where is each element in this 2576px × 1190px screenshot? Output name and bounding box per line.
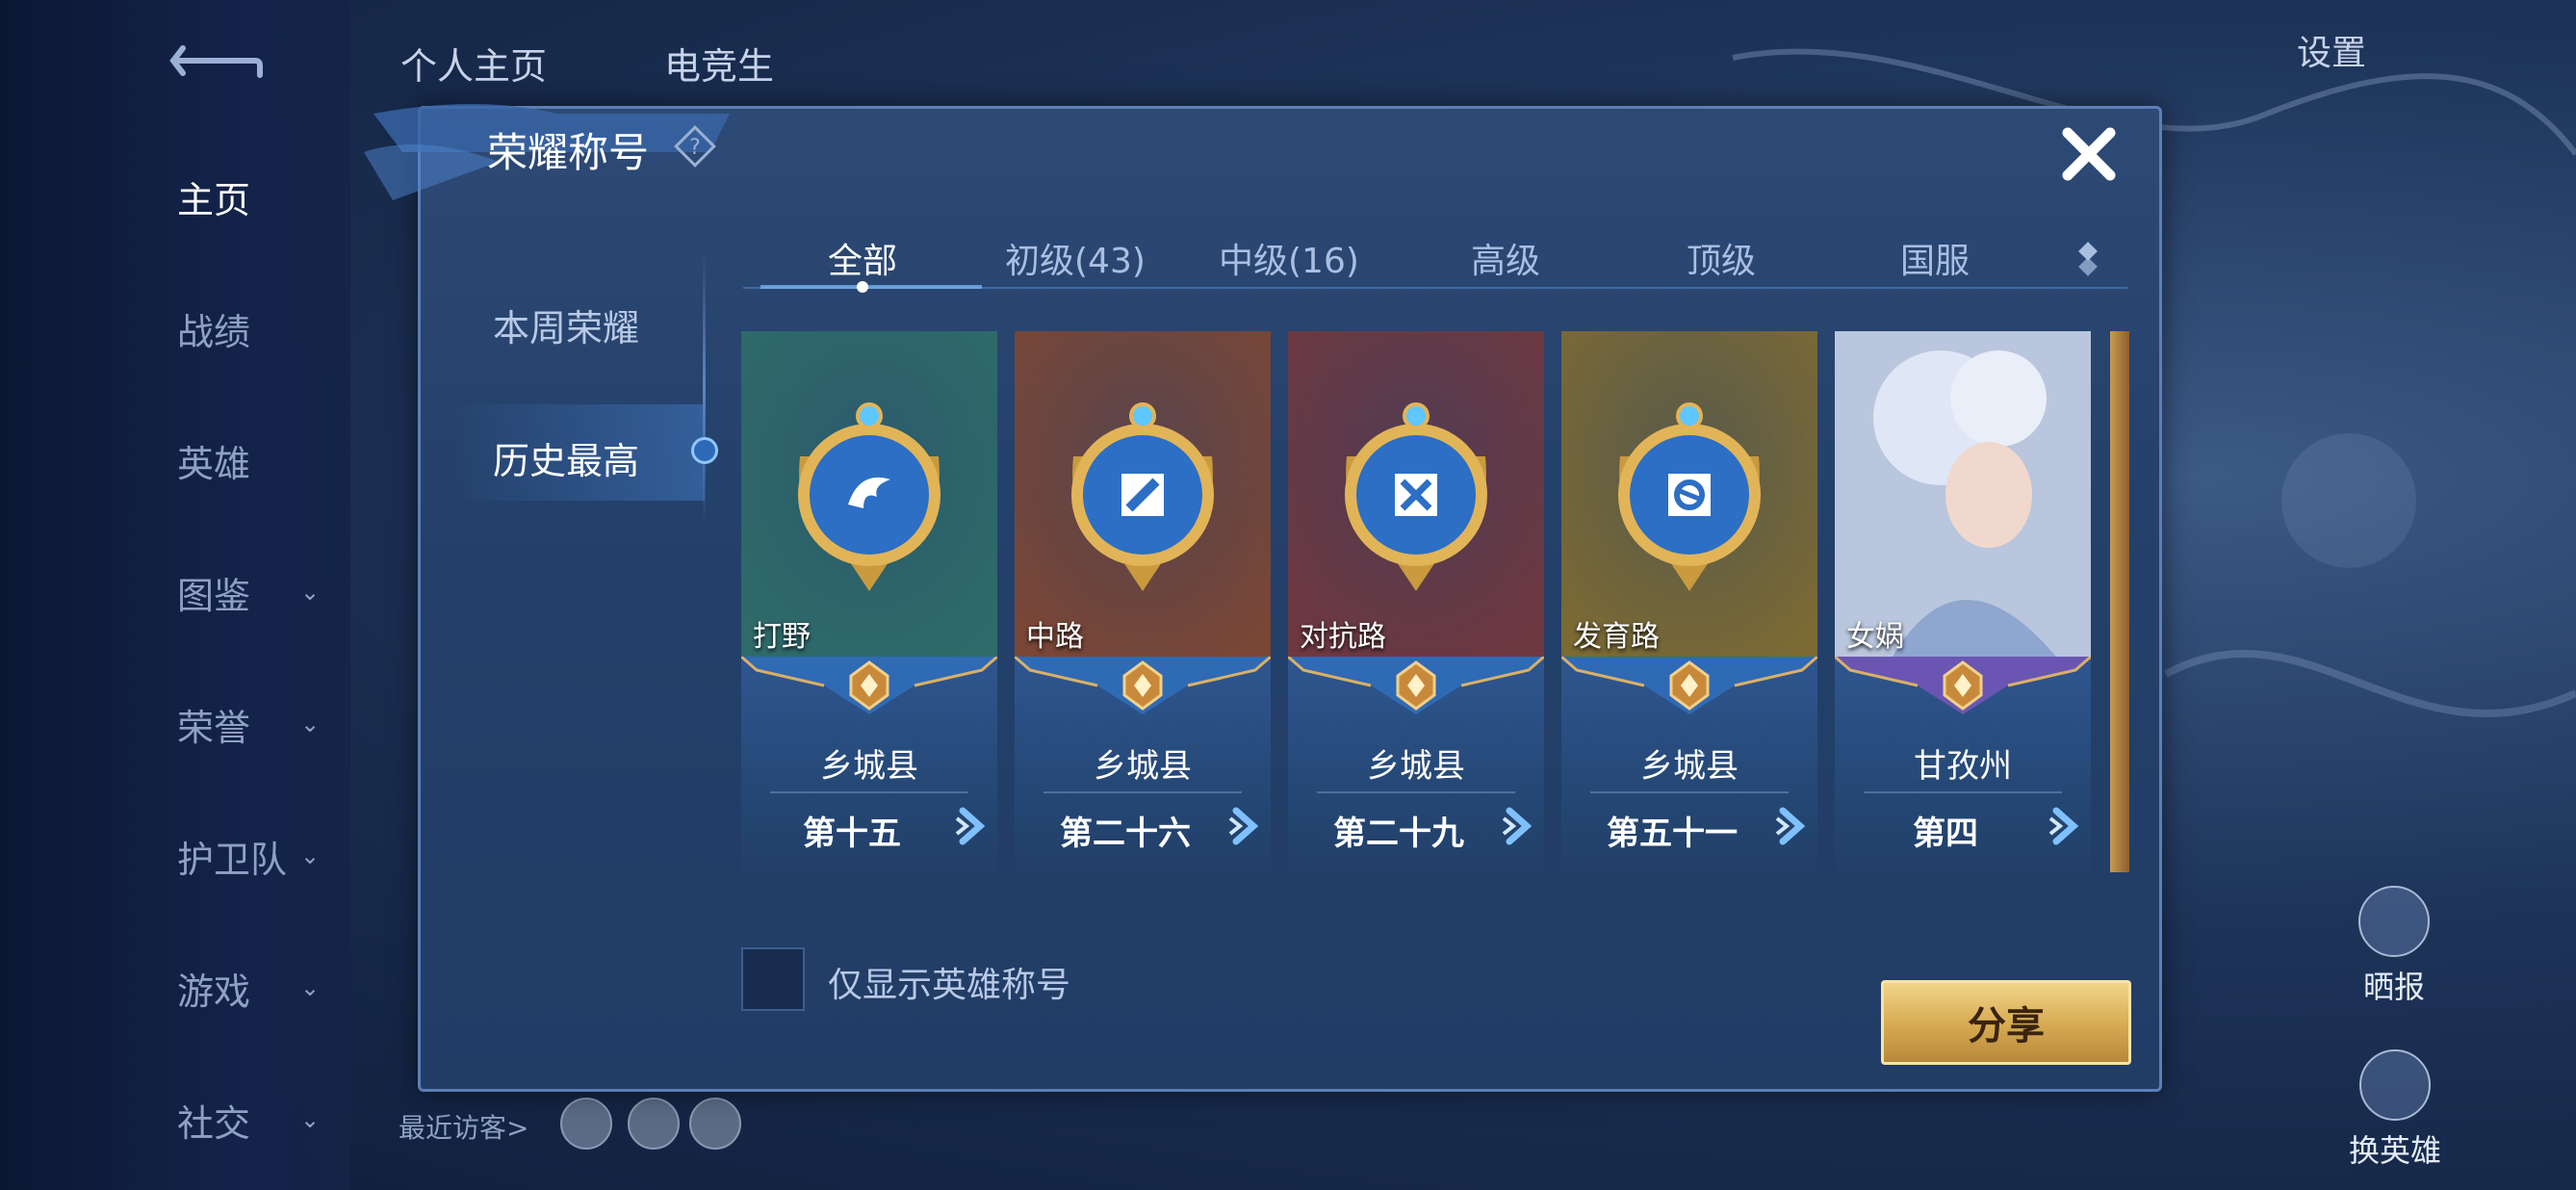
card-category: 打野 <box>753 620 811 654</box>
title-card[interactable]: 打野乡城县第十五 <box>741 331 997 872</box>
hero-titles-only-checkbox[interactable] <box>741 947 805 1011</box>
tab-profile[interactable]: 个人主页 <box>400 37 547 90</box>
card-rank: 第二十九 <box>1333 815 1464 853</box>
card-rank: 第十五 <box>803 815 901 853</box>
hero-icon <box>2359 1049 2431 1121</box>
visitor-avatar[interactable] <box>560 1098 612 1150</box>
tab-junior[interactable]: 初级(43) <box>1005 233 1146 283</box>
card-separator <box>1590 791 1789 793</box>
chevron-right-icon[interactable] <box>955 805 993 847</box>
card-region: 乡城县 <box>820 747 918 786</box>
active-tab-indicator <box>760 281 982 293</box>
nav-item[interactable]: 社交 ⌄ <box>0 1081 350 1158</box>
rank-emblem-icon <box>1288 657 1544 714</box>
nav-item-label: 荣誉 <box>177 706 251 749</box>
checkbox-label: 仅显示英雄称号 <box>828 966 1071 1005</box>
rank-emblem-icon <box>741 657 997 714</box>
card-rank: 第五十一 <box>1607 815 1738 853</box>
tab-senior[interactable]: 高级 <box>1471 233 1540 283</box>
nav-item[interactable]: 主页 <box>0 158 350 235</box>
target-icon <box>1561 331 1817 657</box>
card-region: 乡城县 <box>1094 747 1192 786</box>
nav-item[interactable]: 战绩 <box>0 290 350 367</box>
card-category: 发育路 <box>1573 620 1660 654</box>
rank-emblem-icon <box>1561 657 1817 714</box>
card-category: 中路 <box>1026 620 1084 654</box>
chevron-down-icon: ⌄ <box>300 579 321 606</box>
title-card[interactable]: 中路乡城县第二十六 <box>1015 331 1271 872</box>
dialog-title: 荣耀称号 <box>487 129 650 176</box>
card-region: 甘孜州 <box>1914 747 2012 786</box>
nav-item[interactable]: 荣誉 ⌄ <box>0 686 350 763</box>
card-region: 乡城县 <box>1367 747 1465 786</box>
active-indicator-dot <box>691 437 718 464</box>
card-separator <box>1864 791 2062 793</box>
title-card[interactable]: 对抗路乡城县第二十九 <box>1288 331 1544 872</box>
change-hero-button[interactable]: 换英雄 <box>2349 1049 2441 1171</box>
title-card[interactable]: 女娲甘孜州第四 <box>1835 331 2091 872</box>
chevron-down-icon: ⌄ <box>300 842 321 869</box>
report-icon <box>2358 886 2430 957</box>
chevron-right-icon[interactable] <box>2048 805 2087 847</box>
tab-top[interactable]: 顶级 <box>1687 233 1756 283</box>
card-region: 乡城县 <box>1640 747 1739 786</box>
title-card-partial[interactable] <box>2110 331 2129 872</box>
top-bar: 个人主页 电竞生 <box>350 0 2576 106</box>
chevron-down-icon: ⌄ <box>300 1106 321 1133</box>
card-rank: 第四 <box>1913 815 1978 853</box>
wand-icon <box>1015 331 1271 657</box>
back-button[interactable] <box>164 37 270 85</box>
nav-item-label: 战绩 <box>177 310 251 353</box>
recent-visitors-label[interactable]: 最近访客> <box>399 1107 528 1146</box>
side-tab-all-time-best[interactable]: 历史最高 <box>493 431 639 484</box>
close-icon[interactable] <box>2058 123 2120 185</box>
nav-item[interactable]: 游戏 ⌄ <box>0 949 350 1026</box>
dragon-icon <box>741 331 997 657</box>
svg-text:?: ? <box>689 136 701 160</box>
visitor-avatar[interactable] <box>628 1098 680 1150</box>
chevron-right-icon[interactable] <box>1502 805 1540 847</box>
title-card[interactable]: 发育路乡城县第五十一 <box>1561 331 1817 872</box>
chevron-right-icon[interactable] <box>1228 805 1267 847</box>
more-tabs-icon[interactable] <box>2075 239 2122 277</box>
tab-esports[interactable]: 电竞生 <box>664 37 774 90</box>
card-separator <box>770 791 968 793</box>
tab-national[interactable]: 国服 <box>1900 233 1970 283</box>
hero-portrait-icon <box>1835 331 2091 657</box>
nav-item[interactable]: 护卫队 ⌄ <box>0 817 350 894</box>
card-separator <box>1317 791 1515 793</box>
nav-item-label: 游戏 <box>177 970 251 1013</box>
crossed-swords-icon <box>1288 331 1544 657</box>
rank-emblem-icon <box>1015 657 1271 714</box>
card-rank: 第二十六 <box>1060 815 1191 853</box>
nav-item-label: 社交 <box>177 1101 251 1145</box>
chevron-down-icon: ⌄ <box>300 974 321 1001</box>
report-button[interactable]: 晒报 <box>2358 886 2430 1007</box>
rank-emblem-icon <box>1835 657 2091 714</box>
nav-item-label: 主页 <box>177 178 251 221</box>
visitor-avatar[interactable] <box>689 1098 741 1150</box>
settings-button[interactable]: 设置 <box>2297 25 2366 75</box>
report-label: 晒报 <box>2362 969 2425 1005</box>
help-icon[interactable]: ? <box>674 125 716 168</box>
nav-item-label: 英雄 <box>177 442 251 485</box>
chevron-down-icon: ⌄ <box>300 711 321 737</box>
share-button[interactable]: 分享 <box>1881 980 2131 1065</box>
tab-intermediate[interactable]: 中级(16) <box>1219 233 1359 283</box>
card-category: 女娲 <box>1846 620 1904 654</box>
nav-item[interactable]: 英雄 <box>0 422 350 499</box>
card-category: 对抗路 <box>1300 620 1386 654</box>
chevron-right-icon[interactable] <box>1775 805 1814 847</box>
nav-item-label: 图鉴 <box>177 574 251 617</box>
nav-item-label: 护卫队 <box>177 838 288 881</box>
card-separator <box>1043 791 1242 793</box>
sidebar-divider <box>703 252 706 522</box>
change-hero-label: 换英雄 <box>2349 1132 2442 1169</box>
side-tab-this-week[interactable]: 本周荣耀 <box>493 298 639 351</box>
nav-item[interactable]: 图鉴 ⌄ <box>0 554 350 631</box>
